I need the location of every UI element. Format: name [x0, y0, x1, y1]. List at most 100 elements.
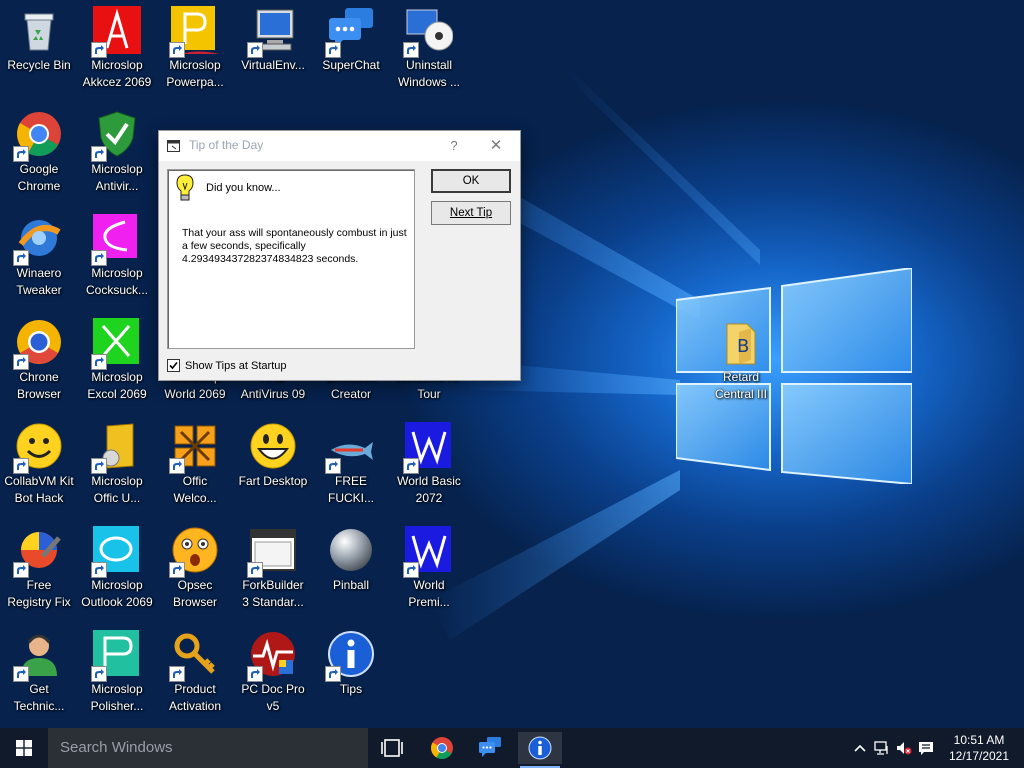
- icon-label: PC Doc Pro v5: [241, 682, 305, 713]
- icon-label: Offic Welco...: [173, 474, 217, 505]
- desktop[interactable]: Recycle Bin Microslop Akkcez 2069 Micros…: [0, 0, 1024, 728]
- tip-text: That your ass will spontaneously combust…: [182, 227, 407, 265]
- network-icon[interactable]: [874, 740, 890, 756]
- shortcut-arrow-icon: [169, 562, 185, 578]
- windows-start-icon: [16, 740, 32, 756]
- desktop-icon-polisher[interactable]: Microslop Polisher...: [78, 624, 156, 724]
- chrone-icon: [13, 318, 63, 370]
- help-button[interactable]: ?: [437, 133, 471, 159]
- desktop-icon-superchat[interactable]: SuperChat: [312, 0, 390, 100]
- next-tip-label: Next Tip: [449, 207, 493, 219]
- chrome-icon: [13, 110, 63, 162]
- shortcut-arrow-icon: [91, 458, 107, 474]
- icon-label: Microslop Antivir...: [91, 162, 143, 193]
- icon-label: ForkBuilder 3 Standar...: [242, 578, 304, 609]
- desktop-icon-uninstall-windows[interactable]: Uninstall Windows ...: [390, 0, 468, 100]
- desktop-icon-pinball[interactable]: Pinball: [312, 520, 390, 620]
- desktop-icon-fart-desktop[interactable]: Fart Desktop: [234, 416, 312, 516]
- dialog-titlebar[interactable]: Tip of the Day ? ✕: [159, 131, 520, 161]
- desktop-icon-get-technical[interactable]: Get Technic...: [0, 624, 78, 724]
- desktop-icon-world-basic[interactable]: World Basic 2072: [390, 416, 468, 516]
- info-icon: [325, 630, 375, 682]
- icon-label: Microslop Cocksuck...: [85, 266, 148, 297]
- desktop-icon-opsec-browser[interactable]: Opsec Browser: [156, 520, 234, 620]
- desktop-icon-akkcez[interactable]: Microslop Akkcez 2069: [78, 0, 156, 100]
- desktop-icon-cocksuck[interactable]: Microslop Cocksuck...: [78, 208, 156, 308]
- icon-label: Retard Central III: [714, 370, 768, 401]
- desktop-icon-product-activation[interactable]: Product Activation: [156, 624, 234, 724]
- clock-time: 10:51 AM: [953, 733, 1005, 747]
- desktop-icon-office-update[interactable]: Microslop Offic U...: [78, 416, 156, 516]
- taskbar-chrome[interactable]: [420, 732, 464, 764]
- desktop-icon-powerpoint[interactable]: Microslop Powerpa...: [156, 0, 234, 100]
- tip-heading: Did you know...: [206, 182, 281, 194]
- action-center-icon[interactable]: [918, 740, 934, 756]
- ok-button[interactable]: OK: [431, 169, 511, 193]
- support-agent-icon: [13, 630, 63, 682]
- taskbar-search-box[interactable]: Search Windows: [48, 728, 368, 768]
- taskbar-clock[interactable]: 10:51 AM 12/17/2021: [944, 732, 1014, 764]
- desktop-icon-winaero-tweaker[interactable]: Winaero Tweaker: [0, 208, 78, 308]
- desktop-icon-tips[interactable]: Tips: [312, 624, 390, 724]
- show-tips-checkbox-row[interactable]: Show Tips at Startup: [167, 359, 287, 372]
- desktop-icon-office-welcome[interactable]: Offic Welco...: [156, 416, 234, 516]
- desktop-icon-retard-central[interactable]: B Retard Central III: [702, 312, 780, 412]
- taskbar-tips[interactable]: [518, 732, 562, 768]
- desktop-icon-excol[interactable]: Microslop Excol 2069: [78, 312, 156, 412]
- icon-label: Recycle Bin: [7, 58, 71, 72]
- desktop-icon-world-premium[interactable]: World Premi...: [390, 520, 468, 620]
- volume-muted-icon[interactable]: [896, 740, 912, 756]
- task-view-button[interactable]: [370, 732, 414, 764]
- task-view-icon: [381, 739, 403, 757]
- office-update-icon: [91, 422, 141, 474]
- icon-label: Pinball: [332, 578, 370, 592]
- tip-of-the-day-dialog[interactable]: Tip of the Day ? ✕ Did you know... That …: [158, 130, 521, 381]
- polisher-icon: [91, 630, 141, 682]
- office-logo-icon: [169, 422, 219, 474]
- desktop-icon-recycle-bin[interactable]: Recycle Bin: [0, 0, 78, 100]
- folder-icon: B: [717, 318, 765, 366]
- shortcut-arrow-icon: [13, 458, 29, 474]
- next-tip-button[interactable]: Next Tip: [431, 201, 511, 225]
- recycle-bin-icon: [15, 6, 63, 54]
- desktop-icon-chrone-browser[interactable]: Chrone Browser: [0, 312, 78, 412]
- desktop-icon-google-chrome[interactable]: Google Chrome: [0, 104, 78, 204]
- icon-label: World Basic 2072: [397, 474, 461, 505]
- icon-label: Google Chrome: [17, 162, 61, 193]
- desktop-icon-free-registry-fix[interactable]: Free Registry Fix: [0, 520, 78, 620]
- taskbar: Search Windows 10:51 AM 12/17/2021: [0, 728, 1024, 768]
- uninstall-icon: [403, 6, 453, 58]
- desktop-icon-outlook[interactable]: Microslop Outlook 2069: [78, 520, 156, 620]
- icon-label: SuperChat: [322, 58, 380, 72]
- checkmark-icon: [169, 361, 178, 370]
- shortcut-arrow-icon: [13, 354, 29, 370]
- close-button[interactable]: ✕: [477, 133, 515, 159]
- shortcut-arrow-icon: [247, 562, 263, 578]
- icon-label: Microslop Polisher...: [90, 682, 144, 713]
- desktop-icon-antivirus[interactable]: Microslop Antivir...: [78, 104, 156, 204]
- icon-label: Tips: [339, 682, 363, 696]
- tip-panel: Did you know... That your ass will spont…: [167, 169, 415, 349]
- shortcut-arrow-icon: [91, 562, 107, 578]
- computer-icon: [247, 6, 297, 58]
- world-premium-icon: [403, 526, 453, 578]
- shortcut-arrow-icon: [13, 250, 29, 266]
- world-basic-icon: [403, 422, 453, 474]
- start-button[interactable]: [0, 728, 48, 768]
- dialog-title: Tip of the Day: [189, 138, 264, 152]
- desktop-icon-forkbuilder[interactable]: ForkBuilder 3 Standar...: [234, 520, 312, 620]
- shortcut-arrow-icon: [91, 146, 107, 162]
- desktop-icon-virtualenv[interactable]: VirtualEnv...: [234, 0, 312, 100]
- desktop-icon-pc-doc-pro[interactable]: PC Doc Pro v5: [234, 624, 312, 724]
- show-tips-checkbox[interactable]: [167, 359, 180, 372]
- clock-date: 12/17/2021: [948, 749, 1010, 763]
- desktop-icon-free-fucki[interactable]: FREE FUCKI...: [312, 416, 390, 516]
- fish-icon: [325, 422, 375, 474]
- lightbulb-icon: [176, 174, 194, 201]
- icon-label: Chrone Browser: [16, 370, 61, 401]
- icon-label: Uninstall Windows ...: [397, 58, 460, 89]
- info-icon: [528, 736, 552, 760]
- chevron-up-icon[interactable]: [852, 740, 868, 756]
- desktop-icon-collabvm[interactable]: CollabVM Kit Bot Hack: [0, 416, 78, 516]
- taskbar-chat[interactable]: [468, 732, 512, 764]
